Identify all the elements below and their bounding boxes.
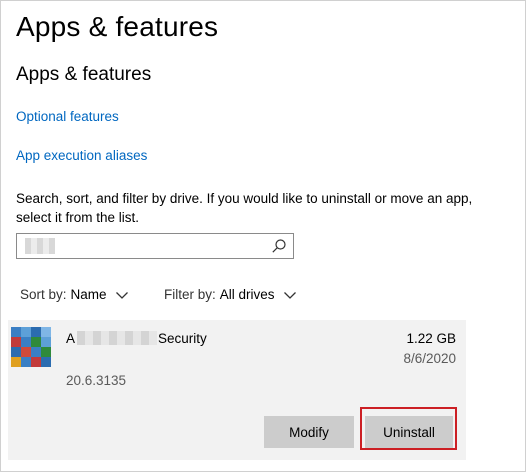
search-icon[interactable] bbox=[271, 238, 287, 254]
filter-by-dropdown[interactable]: Filter by: All drives bbox=[164, 287, 297, 302]
sort-by-label: Sort by: bbox=[20, 287, 67, 302]
sort-by-dropdown[interactable]: Sort by: Name bbox=[20, 287, 129, 302]
search-description: Search, sort, and filter by drive. If yo… bbox=[16, 191, 473, 225]
app-list-item[interactable]: A Security 1.22 GB 8/6/2020 20.6.3135 Mod… bbox=[8, 320, 466, 460]
redacted-text bbox=[77, 331, 158, 345]
app-size: 1.22 GB bbox=[406, 331, 456, 346]
search-input-value bbox=[25, 238, 55, 254]
app-execution-aliases-link[interactable]: App execution aliases bbox=[16, 148, 147, 163]
search-input[interactable] bbox=[16, 233, 294, 259]
app-name: A Security bbox=[66, 331, 207, 346]
sort-by-value: Name bbox=[70, 287, 107, 302]
section-title: Apps & features bbox=[16, 64, 152, 85]
filter-by-value: All drives bbox=[219, 287, 275, 302]
app-version: 20.6.3135 bbox=[66, 373, 127, 388]
uninstall-button[interactable]: Uninstall bbox=[365, 416, 453, 448]
app-icon bbox=[11, 327, 51, 367]
modify-button[interactable]: Modify bbox=[264, 416, 354, 448]
chevron-down-icon bbox=[283, 291, 296, 299]
page-title: Apps & features bbox=[16, 11, 219, 42]
filter-by-label: Filter by: bbox=[164, 287, 216, 302]
chevron-down-icon bbox=[115, 291, 128, 299]
app-install-date: 8/6/2020 bbox=[403, 351, 456, 366]
optional-features-link[interactable]: Optional features bbox=[16, 109, 119, 124]
